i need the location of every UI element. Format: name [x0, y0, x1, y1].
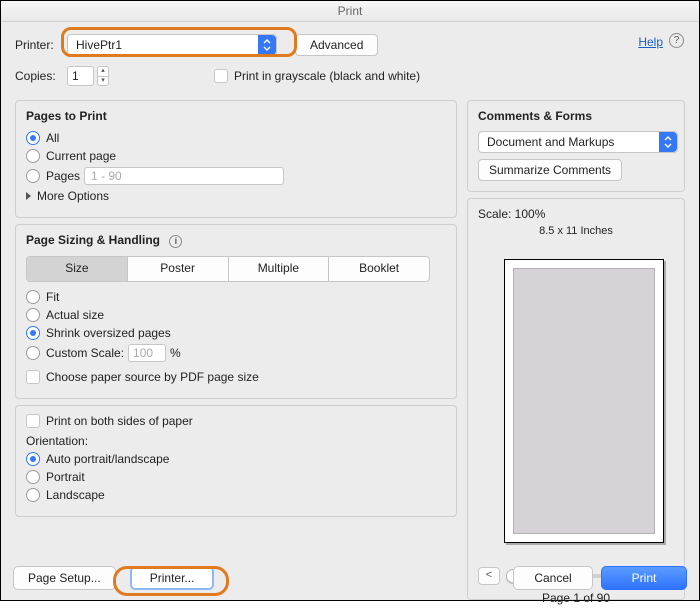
preview-page-content — [513, 268, 655, 534]
help-icon[interactable]: ? — [669, 33, 684, 48]
window-title: Print — [338, 4, 363, 18]
print-dialog: Print Printer: HivePtr1 Advanced Help ? … — [0, 0, 700, 601]
dialog-content: Printer: HivePtr1 Advanced Help ? Copies… — [1, 22, 699, 610]
custom-scale-radio[interactable] — [26, 346, 40, 360]
pages-current-radio[interactable] — [26, 149, 40, 163]
summarize-comments-button[interactable]: Summarize Comments — [478, 159, 622, 181]
title-bar: Print — [1, 1, 699, 22]
segment-multiple[interactable]: Multiple — [228, 257, 329, 281]
footer-buttons: Page Setup... Printer... Cancel Print — [13, 566, 687, 590]
updown-icon — [663, 134, 673, 150]
more-options-toggle[interactable]: More Options — [26, 189, 446, 203]
segment-poster[interactable]: Poster — [127, 257, 228, 281]
orientation-auto-radio[interactable] — [26, 452, 40, 466]
updown-icon — [262, 37, 272, 53]
segment-booklet[interactable]: Booklet — [328, 257, 429, 281]
printer-row: Printer: HivePtr1 Advanced — [15, 34, 685, 56]
shrink-radio[interactable] — [26, 326, 40, 340]
pages-range-label: Pages — [46, 169, 80, 183]
copies-label: Copies: — [15, 69, 67, 83]
orientation-auto-label: Auto portrait/landscape — [46, 452, 169, 466]
preview-scale-label: Scale: 100% — [478, 207, 674, 221]
comments-forms-group: Comments & Forms Document and Markups Su… — [467, 100, 685, 192]
pages-range-input[interactable]: 1 - 90 — [84, 167, 284, 185]
pages-to-print-group: Pages to Print All Current page Pages 1 … — [15, 100, 457, 218]
orientation-label: Orientation: — [26, 434, 446, 448]
left-column: Pages to Print All Current page Pages 1 … — [15, 100, 457, 600]
pages-all-radio[interactable] — [26, 131, 40, 145]
printer-button[interactable]: Printer... — [130, 566, 215, 590]
actual-size-radio[interactable] — [26, 308, 40, 322]
pages-current-label: Current page — [46, 149, 116, 163]
printer-select-value: HivePtr1 — [76, 38, 122, 52]
both-sides-label: Print on both sides of paper — [46, 414, 193, 428]
cancel-button[interactable]: Cancel — [513, 566, 593, 590]
preview-page — [504, 259, 664, 543]
grayscale-option: Print in grayscale (black and white) — [214, 69, 420, 83]
disclosure-icon — [26, 192, 31, 200]
page-sizing-title-text: Page Sizing & Handling — [26, 233, 160, 247]
pages-all-label: All — [46, 131, 59, 145]
preview-area — [478, 243, 674, 563]
fit-radio[interactable] — [26, 290, 40, 304]
copies-input[interactable]: 1 — [67, 66, 94, 86]
preview-page-counter: Page 1 of 90 — [478, 591, 674, 605]
both-sides-checkbox[interactable] — [26, 414, 40, 428]
choose-source-checkbox[interactable] — [26, 370, 40, 384]
orientation-landscape-radio[interactable] — [26, 488, 40, 502]
actual-size-label: Actual size — [46, 308, 104, 322]
preview-group: Scale: 100% 8.5 x 11 Inches < > — [467, 198, 685, 600]
page-setup-button[interactable]: Page Setup... — [13, 566, 116, 590]
shrink-label: Shrink oversized pages — [46, 326, 171, 340]
custom-scale-pct: % — [170, 346, 181, 360]
orientation-portrait-radio[interactable] — [26, 470, 40, 484]
printer-label: Printer: — [15, 38, 67, 52]
right-column: Comments & Forms Document and Markups Su… — [467, 100, 685, 600]
orientation-landscape-label: Landscape — [46, 488, 105, 502]
sizing-segmented: Size Poster Multiple Booklet — [26, 256, 430, 282]
page-sizing-title: Page Sizing & Handling i — [26, 233, 446, 248]
orientation-portrait-label: Portrait — [46, 470, 85, 484]
copies-stepper[interactable]: ▴ ▾ — [97, 66, 109, 86]
pages-range-radio[interactable] — [26, 169, 40, 183]
comments-forms-title: Comments & Forms — [478, 109, 674, 123]
copies-row: Copies: 1 ▴ ▾ Print in grayscale (black … — [15, 66, 685, 86]
pages-to-print-title: Pages to Print — [26, 109, 446, 123]
duplex-orientation-group: Print on both sides of paper Orientation… — [15, 405, 457, 517]
help-link[interactable]: Help — [638, 35, 663, 49]
main-area: Pages to Print All Current page Pages 1 … — [15, 100, 685, 600]
choose-source-label: Choose paper source by PDF page size — [46, 370, 259, 384]
page-sizing-group: Page Sizing & Handling i Size Poster Mul… — [15, 224, 457, 399]
custom-scale-input[interactable]: 100 — [128, 344, 166, 362]
printer-select[interactable]: HivePtr1 — [67, 34, 277, 56]
more-options-label: More Options — [37, 189, 109, 203]
grayscale-checkbox[interactable] — [214, 69, 228, 83]
custom-scale-label: Custom Scale: — [46, 346, 124, 360]
advanced-button[interactable]: Advanced — [295, 34, 378, 56]
stepper-down-icon: ▾ — [98, 77, 108, 86]
comments-forms-value: Document and Markups — [487, 135, 614, 149]
info-icon[interactable]: i — [169, 235, 182, 248]
segment-size[interactable]: Size — [27, 257, 127, 281]
comments-forms-select[interactable]: Document and Markups — [478, 131, 678, 153]
stepper-up-icon: ▴ — [98, 67, 108, 77]
grayscale-label: Print in grayscale (black and white) — [234, 69, 420, 83]
print-button[interactable]: Print — [601, 566, 687, 590]
fit-label: Fit — [46, 290, 59, 304]
preview-dimensions: 8.5 x 11 Inches — [478, 225, 674, 237]
